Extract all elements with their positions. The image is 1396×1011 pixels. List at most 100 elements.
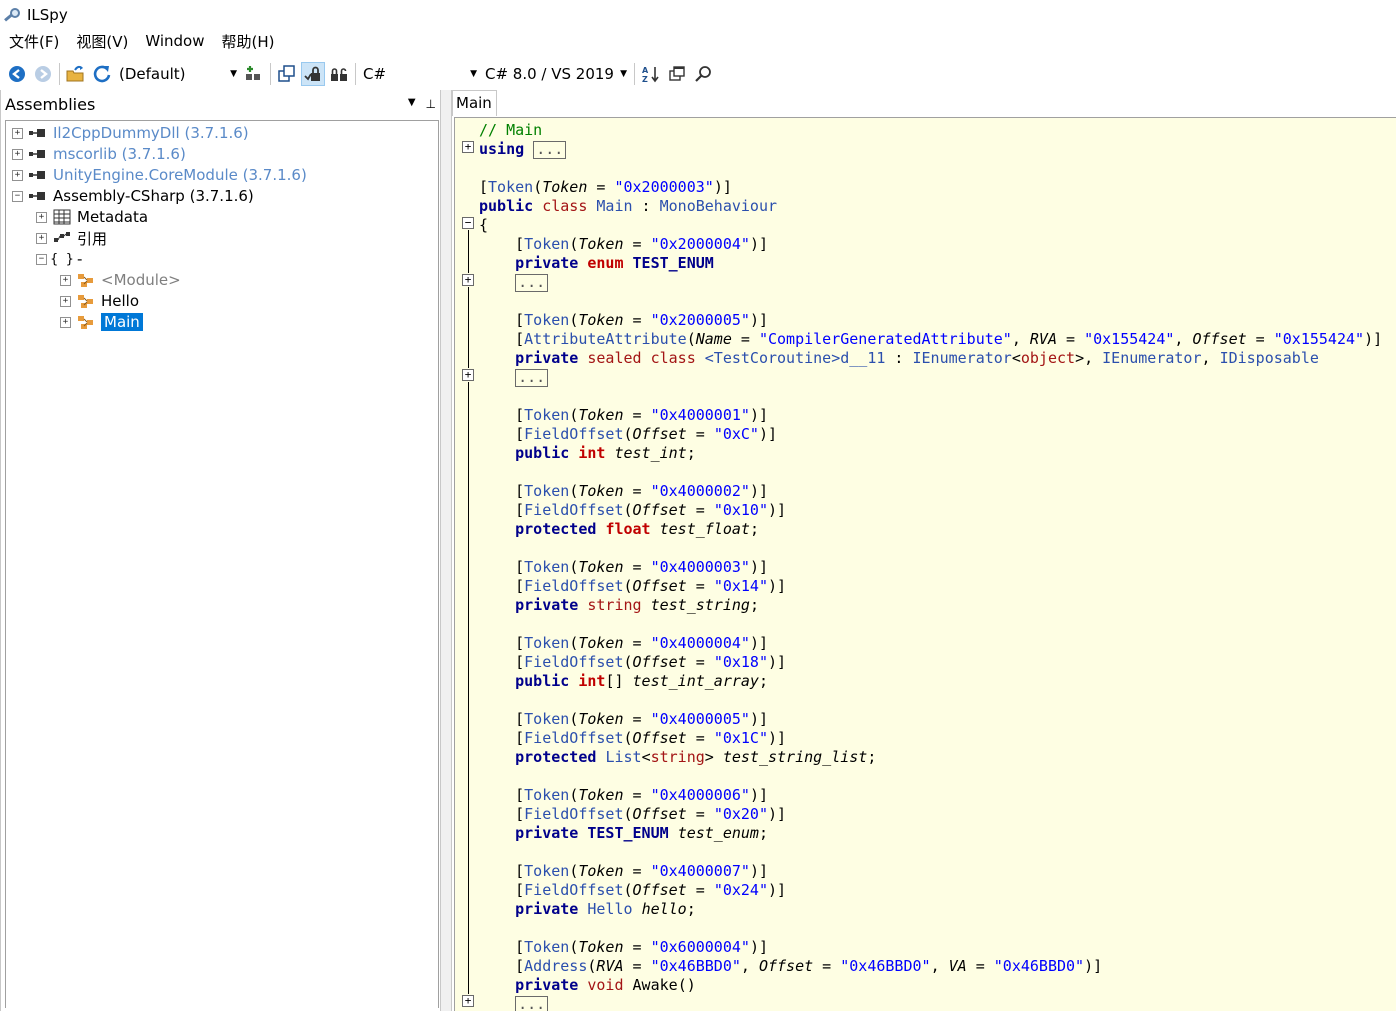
code-token: [ [479, 425, 525, 443]
expand-icon[interactable]: + [12, 127, 23, 139]
collapse-icon[interactable]: − [12, 190, 23, 202]
code-token: private [515, 596, 579, 614]
code-token: int [578, 672, 606, 690]
menu-file[interactable]: 文件(F) [0, 31, 67, 52]
code-token: = [1246, 330, 1274, 348]
code-token: <TestCoroutine>d__11 [704, 349, 886, 367]
code-token: [ [479, 881, 525, 899]
assembly-list-combo[interactable]: (Default) ▼ [115, 62, 241, 86]
tree-node-il2cppdummydll[interactable]: + Il2CppDummyDll (3.7.1.6) [12, 123, 249, 143]
tree-node-references[interactable]: + 引用 [36, 228, 107, 248]
fold-expand-icon[interactable]: + [462, 274, 474, 286]
tree-node-module[interactable]: + <Module> [60, 270, 181, 290]
code-token: ( [569, 406, 579, 424]
code-line: private Hello hello; [479, 900, 1396, 919]
code-token: "0x4000006" [650, 786, 750, 804]
expand-icon[interactable]: + [12, 148, 23, 160]
folded-region-ellipsis[interactable]: ... [515, 274, 549, 292]
code-token: ( [569, 862, 579, 880]
tree-node-namespace[interactable]: − { } - [36, 249, 82, 269]
code-line: [Token(Token = "0x6000004")] [479, 938, 1396, 957]
code-line: using ... [479, 140, 1396, 159]
fold-expand-icon[interactable]: + [462, 369, 474, 381]
expand-icon[interactable]: + [60, 274, 71, 286]
folded-region-ellipsis[interactable]: ... [533, 141, 567, 159]
collapse-icon[interactable]: − [36, 253, 47, 265]
code-token: : [632, 197, 660, 215]
fold-expand-icon[interactable]: + [462, 995, 474, 1007]
back-button[interactable] [5, 62, 29, 86]
code-token: Token [578, 235, 624, 253]
code-token: = [623, 406, 651, 424]
expand-icon[interactable]: + [60, 295, 71, 307]
window-title: ILSpy [27, 6, 68, 24]
code-token: Offset [632, 881, 687, 899]
reload-button[interactable] [90, 62, 114, 86]
search-button[interactable] [691, 62, 715, 86]
folded-region-ellipsis[interactable]: ... [515, 996, 549, 1011]
code-line: ... [479, 995, 1396, 1011]
sort-button[interactable]: AZ [639, 62, 663, 86]
tree-node-mscorlib[interactable]: + mscorlib (3.7.1.6) [12, 144, 186, 164]
code-editor[interactable]: + − + + + // Main using ... [Token(Token =… [454, 117, 1396, 1011]
code-token: = [623, 634, 651, 652]
open-button[interactable] [64, 62, 88, 86]
collapse-all-button[interactable] [275, 62, 299, 86]
tab-main[interactable]: Main [452, 90, 497, 116]
forward-button[interactable] [31, 62, 55, 86]
code-token: , [1011, 330, 1030, 348]
code-line: [Token(Token = "0x4000006")] [479, 786, 1396, 805]
code-token: Token [524, 406, 570, 424]
folded-region-ellipsis[interactable]: ... [515, 369, 549, 387]
tab-label: Main [456, 94, 492, 112]
window-button[interactable] [665, 62, 689, 86]
code-token: [ [479, 786, 525, 804]
namespace-braces-icon: { } [50, 251, 74, 267]
pin-icon[interactable]: ⊥ [426, 97, 436, 111]
menu-window[interactable]: Window [136, 32, 212, 50]
code-token: private [515, 976, 579, 994]
tree-node-main[interactable]: + Main [60, 312, 143, 332]
tree-node-unityengine-coremodule[interactable]: + UnityEngine.CoreModule (3.7.1.6) [12, 165, 307, 185]
code-token: )] [1364, 330, 1383, 348]
code-token: FieldOffset [524, 729, 624, 747]
expand-icon[interactable]: + [36, 232, 47, 244]
show-public-only-button[interactable] [301, 62, 325, 86]
code-token: ( [623, 881, 633, 899]
code-token: Offset [632, 577, 687, 595]
code-token: "0x155424" [1084, 330, 1175, 348]
fold-expand-icon[interactable]: + [462, 141, 474, 153]
tree-node-hello[interactable]: + Hello [60, 291, 139, 311]
tree-node-label: Assembly-CSharp (3.7.1.6) [53, 187, 254, 205]
code-token: ( [569, 634, 579, 652]
code-line: [Token(Token = "0x2000005")] [479, 311, 1396, 330]
tree-node-assembly-csharp[interactable]: − Assembly-CSharp (3.7.1.6) [12, 186, 254, 206]
menu-help[interactable]: 帮助(H) [212, 31, 282, 52]
pane-splitter[interactable] [441, 90, 451, 1011]
expand-icon[interactable]: + [60, 316, 71, 328]
code-line: private sealed class <TestCoroutine>d__1… [479, 349, 1396, 368]
language-version-combo[interactable]: C# 8.0 / VS 2019 ▼ [481, 62, 631, 86]
fold-collapse-icon[interactable]: − [462, 217, 474, 229]
code-token: = [623, 938, 651, 956]
expand-icon[interactable]: + [36, 211, 47, 223]
code-token: ( [569, 710, 579, 728]
code-token: [ [479, 406, 525, 424]
folding-margin: + − + + + [455, 118, 477, 1011]
manage-assembly-lists-button[interactable] [242, 62, 266, 86]
menu-view[interactable]: 视图(V) [67, 31, 136, 52]
pane-menu-chevron-icon[interactable]: ▼ [408, 97, 416, 111]
show-private-button[interactable] [327, 62, 351, 86]
language-combo[interactable]: C# ▼ [359, 62, 481, 86]
code-token: "0x46BBD0" [993, 957, 1085, 975]
tree-node-metadata[interactable]: + Metadata [36, 207, 148, 227]
code-token: = [587, 178, 615, 196]
expand-icon[interactable]: + [12, 169, 23, 181]
code-line: // Main [479, 121, 1396, 140]
